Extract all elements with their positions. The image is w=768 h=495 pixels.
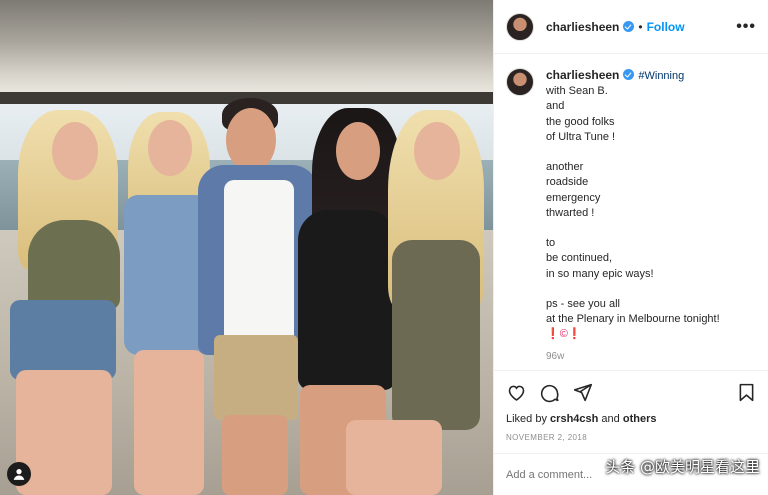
caption-gap bbox=[546, 282, 720, 297]
caption-line: in so many epic ways! bbox=[546, 267, 654, 280]
photo-person-3-face bbox=[226, 108, 276, 172]
photo-person-5-legs bbox=[346, 420, 442, 495]
user-tag-icon bbox=[13, 469, 25, 480]
caption-line: another bbox=[546, 161, 584, 174]
photo-person-3-shorts bbox=[214, 335, 298, 420]
heart-icon bbox=[508, 385, 525, 401]
caption-gap bbox=[546, 145, 720, 160]
photo-person-4-dress bbox=[298, 210, 396, 390]
watermark-text: 头条 @欧美明星看这里 bbox=[605, 458, 760, 476]
liked-user[interactable]: crsh4csh bbox=[550, 413, 598, 425]
post-caption: charliesheen #Winning with Sean B. and th… bbox=[506, 68, 760, 370]
caption-line: with Sean B. bbox=[546, 85, 608, 98]
bookmark-icon bbox=[739, 383, 754, 401]
photo-person-4-face bbox=[336, 122, 380, 180]
photo-person-5-face bbox=[414, 122, 460, 180]
follow-button[interactable]: Follow bbox=[647, 20, 685, 34]
liked-others[interactable]: others bbox=[623, 413, 657, 425]
caption-line: at the Plenary in Melbourne tonight! bbox=[546, 313, 720, 326]
caption-emoji-line: ❗©❗ bbox=[546, 327, 720, 342]
post-date[interactable]: NOVEMBER 2, 2018 bbox=[506, 433, 757, 442]
caption-line: and bbox=[546, 100, 565, 113]
exclamation-icon: ❗ bbox=[546, 328, 560, 341]
exclamation-icon: ❗ bbox=[567, 328, 582, 341]
caption-time[interactable]: 96w bbox=[546, 349, 720, 364]
verified-icon bbox=[623, 21, 635, 32]
copyright-icon: © bbox=[559, 328, 568, 341]
caption-line: of Ultra Tune ! bbox=[546, 130, 616, 143]
photo-person-2-legs bbox=[134, 350, 204, 495]
caption-line: be continued, bbox=[546, 252, 613, 265]
caption-hashtag[interactable]: #Winning bbox=[638, 70, 684, 82]
caption-line: the good folks bbox=[546, 115, 615, 128]
photo-person-3-legs bbox=[222, 415, 288, 495]
photo-person-2-face bbox=[148, 120, 192, 176]
share-icon bbox=[573, 383, 593, 401]
save-button[interactable] bbox=[736, 382, 757, 403]
photo-person-5-dress bbox=[392, 240, 480, 430]
photo-person-3-shirt bbox=[224, 180, 294, 345]
liked-and: and bbox=[601, 413, 620, 425]
verified-icon bbox=[623, 69, 635, 80]
author-avatar[interactable] bbox=[506, 12, 534, 41]
user-tag-button[interactable] bbox=[7, 462, 31, 486]
post-side-panel: charliesheen • Follow ••• charliesheen #W… bbox=[493, 0, 768, 495]
author-username[interactable]: charliesheen bbox=[546, 20, 619, 34]
separator-dot: • bbox=[638, 19, 643, 34]
caption-line: thwarted ! bbox=[546, 206, 595, 219]
share-button[interactable] bbox=[572, 382, 593, 403]
photo-ceiling bbox=[0, 0, 493, 92]
action-icons bbox=[506, 381, 757, 403]
photo-person-1-top bbox=[28, 220, 120, 310]
caption-avatar[interactable] bbox=[506, 68, 534, 96]
post-photo[interactable] bbox=[0, 0, 493, 495]
more-icon[interactable]: ••• bbox=[736, 18, 756, 36]
post-header: charliesheen • Follow ••• bbox=[494, 0, 768, 54]
caption-body: charliesheen #Winning with Sean B. and th… bbox=[546, 68, 720, 370]
caption-username[interactable]: charliesheen bbox=[546, 68, 619, 82]
caption-line: roadside bbox=[546, 176, 589, 189]
instagram-post: charliesheen • Follow ••• charliesheen #W… bbox=[0, 0, 768, 495]
comment-button[interactable] bbox=[539, 382, 560, 403]
caption-line: ps - see you all bbox=[546, 298, 620, 310]
caption-gap bbox=[546, 221, 720, 236]
post-actions: Liked by crsh4csh and others NOVEMBER 2,… bbox=[494, 370, 768, 442]
photo-person-1-shorts bbox=[10, 300, 116, 380]
liked-prefix: Liked by bbox=[506, 413, 547, 425]
liked-by: Liked by crsh4csh and others bbox=[506, 413, 757, 425]
caption-line: to bbox=[546, 237, 556, 250]
caption-line: emergency bbox=[546, 191, 601, 204]
photo-person-1-face bbox=[52, 122, 98, 180]
comment-icon bbox=[540, 384, 559, 402]
like-button[interactable] bbox=[506, 382, 527, 403]
